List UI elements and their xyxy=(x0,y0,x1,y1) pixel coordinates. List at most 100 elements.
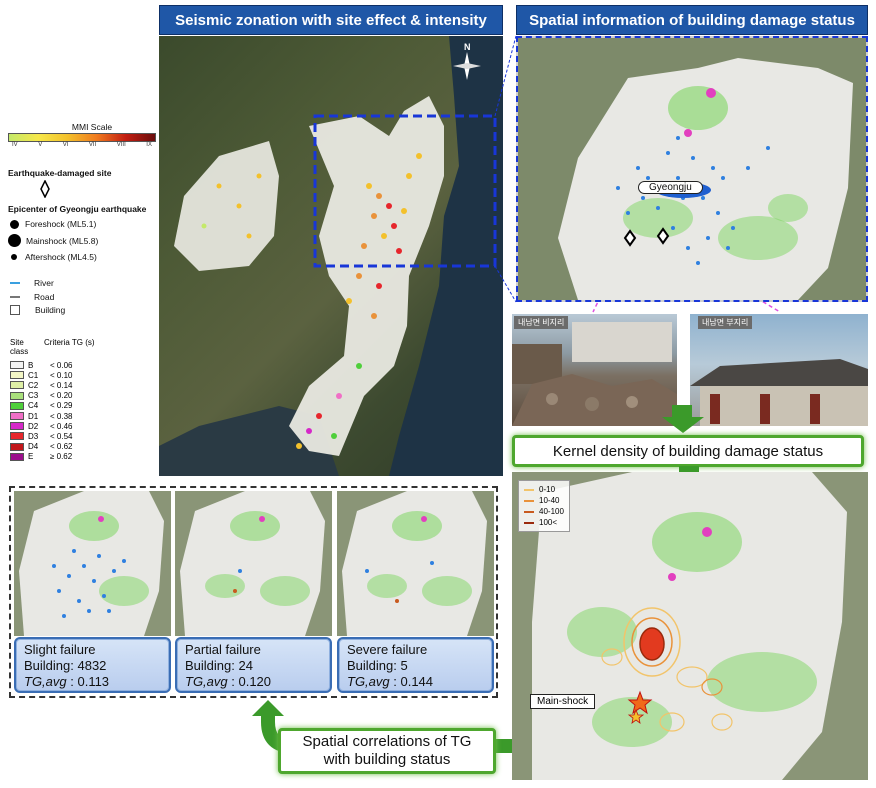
site-class-row: C1 < 0.10 xyxy=(10,370,130,380)
arrow-down-icon xyxy=(662,405,704,433)
damage-photo-bujiri: 내남면 부지리 xyxy=(690,314,868,426)
site-class-code: C4 xyxy=(28,401,39,411)
compass-north-label: N xyxy=(464,42,471,52)
partial-failure-title: Partial failure xyxy=(185,642,261,657)
road-row: Road xyxy=(10,292,54,302)
spatial-correlation-box: Spatial correlations of TG with building… xyxy=(278,728,496,774)
road-label: Road xyxy=(34,292,55,302)
hanok-roof-illustration xyxy=(690,359,868,426)
severe-failure-title: Severe failure xyxy=(347,642,428,657)
kernel-legend-label: 0-10 xyxy=(539,485,556,494)
correlation-line-2: with building status xyxy=(323,751,451,768)
tg-label: TG,avg xyxy=(24,674,67,689)
mmi-scale-title: MMI Scale xyxy=(71,122,113,132)
site-class-criteria: < 0.62 xyxy=(50,442,73,452)
building-row: Building xyxy=(10,305,65,315)
mmi-scale-bar xyxy=(8,133,156,142)
gyeongju-label: Gyeongju xyxy=(638,181,703,194)
site-class-row: C3 < 0.20 xyxy=(10,391,130,401)
damaged-site-icon xyxy=(40,180,50,198)
site-class-code: C3 xyxy=(28,391,39,401)
site-class-legend: B < 0.06 C1 < 0.10 C2 < 0.14 C3 < 0.20 C4 < 0.29 D… xyxy=(10,360,130,462)
kernel-density-title-text: Kernel density of building damage status xyxy=(552,442,824,460)
building-square-icon xyxy=(10,305,20,315)
kernel-legend: 0-10 10-40 40-100 100< xyxy=(518,480,570,532)
slight-failure-title: Slight failure xyxy=(24,642,96,657)
tg-value: : 0.120 xyxy=(231,674,272,689)
site-class-criteria: < 0.14 xyxy=(50,380,73,390)
mainshock-icon xyxy=(8,234,21,247)
partial-failure-building: Building: 24 xyxy=(185,658,253,673)
river-label: River xyxy=(34,278,54,288)
right-panel-title-text: Spatial information of building damage s… xyxy=(529,11,855,29)
severe-failure-tg: TG,avg : 0.144 xyxy=(347,674,484,690)
site-class-swatch xyxy=(10,432,24,441)
site-class-criteria: < 0.20 xyxy=(50,391,73,401)
kernel-legend-label: 100< xyxy=(539,518,558,527)
site-class-swatch xyxy=(10,401,24,410)
partial-failure-tg: TG,avg : 0.120 xyxy=(185,674,322,690)
site-class-row: E ≥ 0.62 xyxy=(10,452,130,462)
site-class-swatch xyxy=(10,422,24,431)
building-damage-svg xyxy=(518,38,866,300)
site-class-criteria: < 0.54 xyxy=(50,431,73,441)
site-class-swatch xyxy=(10,391,24,400)
site-class-hdr: Site class xyxy=(10,338,29,356)
site-class-code: C2 xyxy=(28,380,39,390)
site-class-criteria: < 0.06 xyxy=(50,360,73,370)
site-class-criteria: < 0.46 xyxy=(50,421,73,431)
site-class-swatch xyxy=(10,442,24,451)
site-class-swatch xyxy=(10,452,24,461)
aftershock-icon xyxy=(11,254,17,260)
site-class-row: B < 0.06 xyxy=(10,360,130,370)
site-class-swatch xyxy=(10,381,24,390)
mmi-ticks: IV V VI VII VIII IX xyxy=(12,142,152,148)
kernel-density-title: Kernel density of building damage status xyxy=(512,435,864,467)
left-panel-title-text: Seismic zonation with site effect & inte… xyxy=(175,11,487,29)
aftershock-label: Aftershock (ML4.5) xyxy=(25,252,97,262)
study-area-west xyxy=(174,141,279,271)
foreshock-label: Foreshock (ML5.1) xyxy=(25,219,97,229)
site-class-code: D1 xyxy=(28,411,39,421)
site-class-criteria: < 0.38 xyxy=(50,411,73,421)
kernel-legend-label: 40-100 xyxy=(539,507,564,516)
site-class-row: D3 < 0.54 xyxy=(10,431,130,441)
right-panel-title: Spatial information of building damage s… xyxy=(516,5,868,35)
road-line-icon xyxy=(10,296,20,298)
site-class-criteria: < 0.10 xyxy=(50,370,73,380)
site-class-row: D4 < 0.62 xyxy=(10,442,130,452)
mmi-scale-legend: MMI Scale IV V VI VII VIII IX xyxy=(8,122,156,148)
mainshock-row: Mainshock (ML5.8) xyxy=(8,234,98,247)
partial-failure-map xyxy=(175,491,332,636)
tg-label: TG,avg xyxy=(347,674,390,689)
slight-failure-tg: TG,avg : 0.113 xyxy=(24,674,161,690)
severe-failure-box: Severe failure Building: 5 TG,avg : 0.14… xyxy=(337,637,494,693)
river-row: River xyxy=(10,278,54,288)
photo-caption-bijiri: 내남면 비지리 xyxy=(514,316,569,329)
left-panel-title: Seismic zonation with site effect & inte… xyxy=(159,5,503,35)
damage-photo-bijiri: 내남면 비지리 xyxy=(512,314,677,426)
kernel-legend-label: 10-40 xyxy=(539,496,560,505)
site-class-row: C4 < 0.29 xyxy=(10,401,130,411)
site-class-code: D2 xyxy=(28,421,39,431)
tg-label: TG,avg xyxy=(185,674,228,689)
site-class-code: B xyxy=(28,360,34,370)
correlation-line-1: Spatial correlations of TG xyxy=(302,733,472,750)
foreshock-icon xyxy=(10,219,19,229)
tg-value: : 0.144 xyxy=(393,674,434,689)
photo-caption-bujiri: 내남면 부지리 xyxy=(698,316,753,329)
kernel-legend-row: 0-10 xyxy=(524,484,564,495)
severe-failure-map xyxy=(337,491,494,636)
site-class-code: D3 xyxy=(28,431,39,441)
slight-failure-box: Slight failure Building: 4832 TG,avg : 0… xyxy=(14,637,171,693)
epicenter-title: Epicenter of Gyeongju earthquake xyxy=(8,204,147,214)
rubble-illustration xyxy=(512,322,677,426)
kernel-legend-line xyxy=(524,488,534,491)
partial-failure-box: Partial failure Building: 24 TG,avg : 0.… xyxy=(175,637,332,693)
site-class-code: E xyxy=(28,452,34,462)
kernel-legend-line xyxy=(524,521,534,524)
building-damage-map: Gyeongju xyxy=(516,36,868,302)
mainshock-label: Main-shock xyxy=(530,694,596,709)
river-line-icon xyxy=(10,282,20,284)
kernel-legend-row: 100< xyxy=(524,517,564,528)
